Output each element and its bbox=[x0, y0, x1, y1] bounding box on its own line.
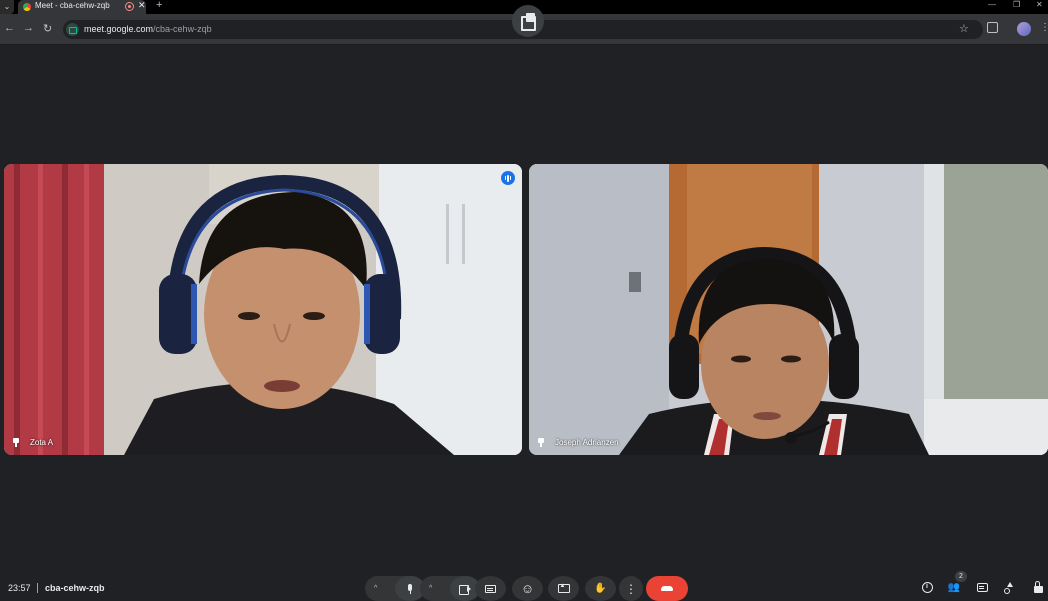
more-options-button[interactable]: ⋮ bbox=[619, 576, 643, 601]
meeting-controls-bar: 23:57 cba-cehw-zqb ^ ^ ☺ ✋ ⋮ i 👥 bbox=[0, 574, 1048, 601]
participant-name-tag: Joseph Adrianzen bbox=[537, 438, 619, 447]
tab-title: Meet - cba-cehw-zqb bbox=[35, 1, 110, 10]
meeting-details-button[interactable]: i bbox=[920, 580, 934, 594]
meeting-clock: 23:57 bbox=[8, 583, 31, 593]
present-screen-button[interactable] bbox=[548, 576, 579, 601]
end-call-icon bbox=[661, 586, 673, 591]
host-controls-button[interactable] bbox=[1031, 580, 1045, 594]
new-tab-button[interactable]: + bbox=[156, 0, 162, 11]
present-icon bbox=[557, 583, 570, 593]
reactions-button[interactable]: ☺ bbox=[512, 576, 543, 601]
browser-menu-icon[interactable]: ⋮ bbox=[1040, 22, 1048, 33]
people-icon: 👥 bbox=[947, 581, 961, 593]
site-info-icon[interactable] bbox=[66, 23, 79, 36]
divider bbox=[37, 583, 38, 593]
people-button[interactable]: 👥 bbox=[947, 580, 961, 594]
bookmark-star-icon[interactable]: ☆ bbox=[959, 22, 969, 35]
microphone-icon bbox=[407, 583, 413, 594]
video-tile-joseph[interactable]: Joseph Adrianzen bbox=[529, 164, 1048, 455]
reload-button[interactable]: ↻ bbox=[43, 22, 52, 35]
picture-in-picture-icon[interactable] bbox=[512, 5, 544, 37]
profile-avatar[interactable] bbox=[1017, 22, 1031, 36]
back-button[interactable]: ← bbox=[4, 22, 15, 34]
url-text: meet.google.com/cba-cehw-zqb bbox=[84, 24, 212, 34]
chat-button[interactable] bbox=[975, 580, 989, 594]
participant-video-joseph bbox=[529, 164, 1048, 455]
window-close-button[interactable]: ✕ bbox=[1036, 0, 1043, 9]
video-options-caret-icon[interactable]: ^ bbox=[429, 585, 432, 592]
captions-button[interactable] bbox=[475, 576, 506, 601]
camera-control: ^ bbox=[420, 576, 480, 601]
leave-call-button[interactable] bbox=[646, 576, 688, 601]
participant-video-zota bbox=[4, 164, 522, 455]
participant-name-tag: Zota A bbox=[12, 438, 53, 447]
emoji-icon: ☺ bbox=[520, 581, 535, 596]
tab-search-icon[interactable]: ⌄ bbox=[0, 0, 14, 14]
tab-meet[interactable]: Meet - cba-cehw-zqb ✕ bbox=[18, 0, 146, 14]
restore-button[interactable]: ❐ bbox=[1013, 0, 1020, 9]
camera-icon bbox=[459, 584, 471, 595]
hand-icon: ✋ bbox=[594, 583, 607, 594]
meeting-code: cba-cehw-zqb bbox=[45, 583, 105, 593]
minimize-button[interactable]: — bbox=[988, 0, 996, 9]
video-tile-zota[interactable]: Zota A bbox=[4, 164, 522, 455]
recording-icon bbox=[125, 2, 134, 11]
pin-icon[interactable] bbox=[537, 438, 545, 447]
participant-name: Joseph Adrianzen bbox=[555, 438, 619, 447]
chat-icon bbox=[976, 582, 988, 592]
meet-favicon-icon bbox=[23, 3, 31, 11]
forward-button[interactable]: → bbox=[23, 22, 34, 34]
lock-icon bbox=[1033, 580, 1043, 593]
captions-icon bbox=[485, 584, 496, 593]
audio-options-caret-icon[interactable]: ^ bbox=[374, 585, 377, 592]
raise-hand-button[interactable]: ✋ bbox=[585, 576, 616, 601]
extensions-icon[interactable] bbox=[987, 22, 998, 33]
info-icon: i bbox=[921, 581, 933, 593]
microphone-control: ^ bbox=[365, 576, 425, 601]
activities-button[interactable] bbox=[1003, 580, 1017, 594]
more-vert-icon: ⋮ bbox=[625, 581, 637, 596]
pin-icon[interactable] bbox=[12, 438, 20, 447]
tab-close-icon[interactable]: ✕ bbox=[138, 0, 146, 11]
speaking-indicator-icon bbox=[501, 171, 515, 185]
people-count-badge: 2 bbox=[955, 571, 967, 582]
activities-icon bbox=[1004, 581, 1016, 594]
participant-name: Zota A bbox=[30, 438, 54, 447]
